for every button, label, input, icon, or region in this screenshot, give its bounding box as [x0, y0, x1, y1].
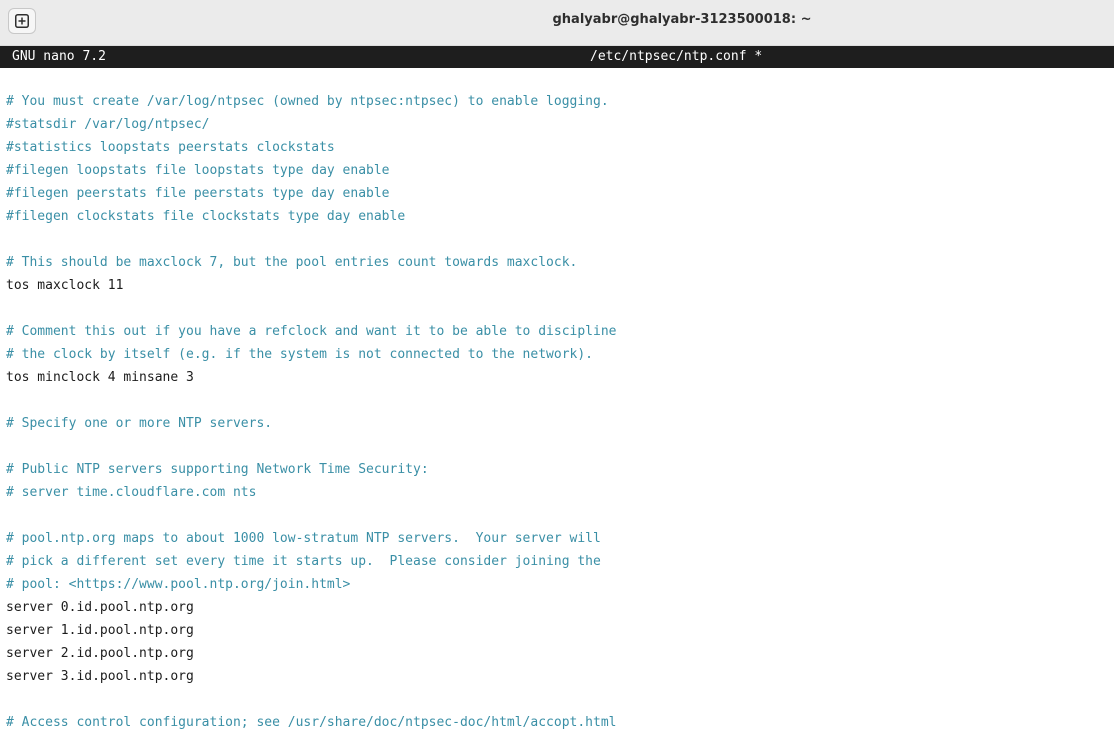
editor-buffer[interactable]: # You must create /var/log/ntpsec (owned…: [6, 90, 1114, 734]
editor-line-code[interactable]: server 3.id.pool.ntp.org: [6, 665, 1114, 688]
editor-line-comment[interactable]: # server time.cloudflare.com nts: [6, 481, 1114, 504]
editor-line-blank[interactable]: [6, 228, 1114, 251]
nano-filename: /etc/ntpsec/ntp.conf *: [590, 49, 763, 64]
editor-line-code[interactable]: server 0.id.pool.ntp.org: [6, 596, 1114, 619]
editor-line-comment[interactable]: # This should be maxclock 7, but the poo…: [6, 251, 1114, 274]
editor-line-comment[interactable]: # You must create /var/log/ntpsec (owned…: [6, 90, 1114, 113]
nano-header-bar: GNU nano 7.2 /etc/ntpsec/ntp.conf *: [0, 46, 1114, 68]
editor-line-comment[interactable]: # Access control configuration; see /usr…: [6, 711, 1114, 734]
editor-line-comment[interactable]: # Public NTP servers supporting Network …: [6, 458, 1114, 481]
editor-line-blank[interactable]: [6, 688, 1114, 711]
editor-line-code[interactable]: tos minclock 4 minsane 3: [6, 366, 1114, 389]
editor-line-comment[interactable]: # pool: <https://www.pool.ntp.org/join.h…: [6, 573, 1114, 596]
terminal-window: ghalyabr@ghalyabr-3123500018: ~ GNU nano…: [0, 0, 1114, 734]
window-title: ghalyabr@ghalyabr-3123500018: ~: [552, 12, 812, 27]
editor-line-comment[interactable]: #filegen clockstats file clockstats type…: [6, 205, 1114, 228]
editor-line-blank[interactable]: [6, 504, 1114, 527]
editor-line-comment[interactable]: # pool.ntp.org maps to about 1000 low-st…: [6, 527, 1114, 550]
editor-line-comment[interactable]: #statsdir /var/log/ntpsec/: [6, 113, 1114, 136]
editor-line-comment[interactable]: #filegen peerstats file peerstats type d…: [6, 182, 1114, 205]
editor-line-code[interactable]: tos maxclock 11: [6, 274, 1114, 297]
editor-line-comment[interactable]: #filegen loopstats file loopstats type d…: [6, 159, 1114, 182]
editor-line-blank[interactable]: [6, 435, 1114, 458]
nano-version: GNU nano 7.2: [12, 49, 106, 64]
editor-line-comment[interactable]: #statistics loopstats peerstats clocksta…: [6, 136, 1114, 159]
editor-line-comment[interactable]: # pick a different set every time it sta…: [6, 550, 1114, 573]
editor-line-comment[interactable]: # Specify one or more NTP servers.: [6, 412, 1114, 435]
editor-line-blank[interactable]: [6, 297, 1114, 320]
editor-line-code[interactable]: server 2.id.pool.ntp.org: [6, 642, 1114, 665]
terminal-area[interactable]: GNU nano 7.2 /etc/ntpsec/ntp.conf * # Yo…: [0, 46, 1114, 734]
editor-line-code[interactable]: server 1.id.pool.ntp.org: [6, 619, 1114, 642]
titlebar: ghalyabr@ghalyabr-3123500018: ~: [0, 0, 1114, 46]
editor-line-comment[interactable]: # the clock by itself (e.g. if the syste…: [6, 343, 1114, 366]
editor-line-comment[interactable]: # Comment this out if you have a refcloc…: [6, 320, 1114, 343]
editor-line-blank[interactable]: [6, 389, 1114, 412]
